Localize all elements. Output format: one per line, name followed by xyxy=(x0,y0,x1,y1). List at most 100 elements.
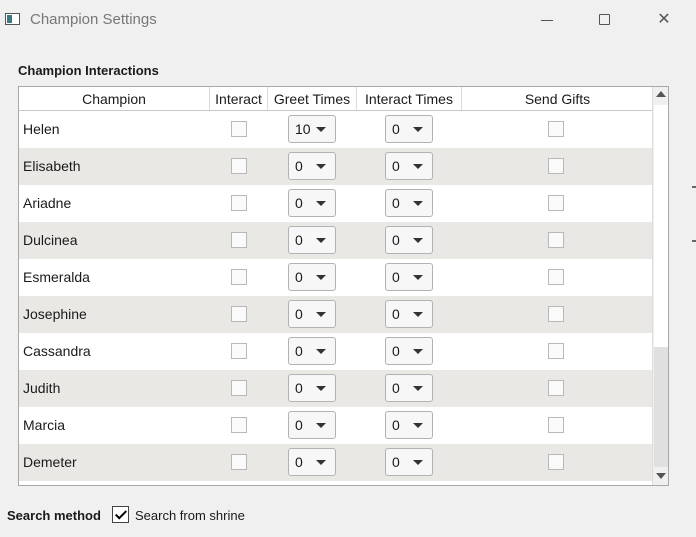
send-gifts-checkbox[interactable] xyxy=(548,454,564,470)
background-edge-mark xyxy=(692,240,696,242)
interact-checkbox[interactable] xyxy=(231,269,247,285)
champion-name: Ariadne xyxy=(23,195,72,211)
champion-name: Demeter xyxy=(23,454,77,470)
table-row[interactable]: Elisabeth 0 0 xyxy=(19,148,653,185)
interact-times-dropdown-value: 0 xyxy=(392,158,400,174)
interact-times-dropdown[interactable]: 0 xyxy=(385,226,433,254)
window-title: Champion Settings xyxy=(30,11,157,28)
maximize-button[interactable] xyxy=(591,8,619,32)
champion-name: Helen xyxy=(23,121,60,137)
table-row[interactable]: Demeter 0 0 xyxy=(19,444,653,481)
close-icon: ✕ xyxy=(657,11,671,28)
interact-checkbox[interactable] xyxy=(231,158,247,174)
scrollbar-thumb[interactable] xyxy=(654,347,668,467)
interact-times-dropdown-value: 0 xyxy=(392,380,400,396)
app-window-icon xyxy=(5,13,20,25)
table-row[interactable]: Cassandra 0 0 xyxy=(19,333,653,370)
send-gifts-checkbox[interactable] xyxy=(548,121,564,137)
greet-times-dropdown-value: 0 xyxy=(295,417,303,433)
greet-times-dropdown[interactable]: 0 xyxy=(288,374,336,402)
greet-times-dropdown-value: 0 xyxy=(295,454,303,470)
greet-times-dropdown-value: 0 xyxy=(295,380,303,396)
table-row[interactable]: Helen 10 0 xyxy=(19,111,653,148)
interact-checkbox[interactable] xyxy=(231,417,247,433)
send-gifts-checkbox[interactable] xyxy=(548,269,564,285)
interact-times-dropdown[interactable]: 0 xyxy=(385,411,433,439)
interact-times-dropdown[interactable]: 0 xyxy=(385,189,433,217)
greet-times-dropdown[interactable]: 0 xyxy=(288,226,336,254)
table-body: Helen 10 0 Elisabeth 0 0 Ariadne 0 0 Dulcinea 0 0 Es… xyxy=(19,111,653,485)
greet-times-dropdown[interactable]: 10 xyxy=(288,115,336,143)
column-header-interact[interactable]: Interact xyxy=(210,87,268,110)
interact-checkbox[interactable] xyxy=(231,454,247,470)
interact-checkbox[interactable] xyxy=(231,343,247,359)
interact-checkbox[interactable] xyxy=(231,195,247,211)
interact-times-dropdown-value: 0 xyxy=(392,232,400,248)
chevron-down-icon xyxy=(413,460,423,465)
chevron-down-icon xyxy=(316,312,326,317)
send-gifts-checkbox[interactable] xyxy=(548,232,564,248)
greet-times-dropdown-value: 0 xyxy=(295,195,303,211)
column-header-champion[interactable]: Champion xyxy=(19,87,210,110)
table-row[interactable]: Josephine 0 0 xyxy=(19,296,653,333)
checkmark-icon xyxy=(114,507,128,520)
vertical-scrollbar[interactable] xyxy=(652,87,668,485)
greet-times-dropdown-value: 0 xyxy=(295,269,303,285)
column-header-interact-times[interactable]: Interact Times xyxy=(357,87,462,110)
column-header-greet-times[interactable]: Greet Times xyxy=(268,87,357,110)
chevron-down-icon xyxy=(316,238,326,243)
table-row[interactable]: Dulcinea 0 0 xyxy=(19,222,653,259)
chevron-down-icon xyxy=(413,201,423,206)
send-gifts-checkbox[interactable] xyxy=(548,158,564,174)
greet-times-dropdown[interactable]: 0 xyxy=(288,448,336,476)
scroll-down-arrow-icon[interactable] xyxy=(656,473,666,479)
close-button[interactable]: ✕ xyxy=(650,8,678,32)
table-row[interactable]: Esmeralda 0 0 xyxy=(19,259,653,296)
champion-name: Dulcinea xyxy=(23,232,78,248)
send-gifts-checkbox[interactable] xyxy=(548,306,564,322)
interact-checkbox[interactable] xyxy=(231,306,247,322)
chevron-down-icon xyxy=(316,460,326,465)
champion-name: Josephine xyxy=(23,306,87,322)
send-gifts-checkbox[interactable] xyxy=(548,343,564,359)
interact-checkbox[interactable] xyxy=(231,232,247,248)
interact-times-dropdown-value: 0 xyxy=(392,195,400,211)
interact-times-dropdown[interactable]: 0 xyxy=(385,263,433,291)
interact-times-dropdown-value: 0 xyxy=(392,121,400,137)
interact-times-dropdown[interactable]: 0 xyxy=(385,337,433,365)
greet-times-dropdown[interactable]: 0 xyxy=(288,411,336,439)
interact-times-dropdown[interactable]: 0 xyxy=(385,300,433,328)
group-label: Champion Interactions xyxy=(18,63,159,78)
interact-checkbox[interactable] xyxy=(231,121,247,137)
column-header-send-gifts[interactable]: Send Gifts xyxy=(462,87,653,110)
greet-times-dropdown-value: 0 xyxy=(295,343,303,359)
scrollbar-track[interactable] xyxy=(654,105,668,347)
greet-times-dropdown[interactable]: 0 xyxy=(288,263,336,291)
send-gifts-checkbox[interactable] xyxy=(548,195,564,211)
table-header: Champion Interact Greet Times Interact T… xyxy=(19,87,653,111)
minimize-button[interactable] xyxy=(533,8,561,32)
chevron-down-icon xyxy=(413,238,423,243)
greet-times-dropdown-value: 0 xyxy=(295,232,303,248)
interact-times-dropdown[interactable]: 0 xyxy=(385,374,433,402)
send-gifts-checkbox[interactable] xyxy=(548,380,564,396)
interact-checkbox[interactable] xyxy=(231,380,247,396)
send-gifts-checkbox[interactable] xyxy=(548,417,564,433)
table-row[interactable]: Marcia 0 0 xyxy=(19,407,653,444)
greet-times-dropdown-value: 0 xyxy=(295,158,303,174)
table-row[interactable]: Ariadne 0 0 xyxy=(19,185,653,222)
interact-times-dropdown[interactable]: 0 xyxy=(385,448,433,476)
interact-times-dropdown-value: 0 xyxy=(392,306,400,322)
interact-times-dropdown[interactable]: 0 xyxy=(385,115,433,143)
search-from-shrine-checkbox[interactable] xyxy=(112,506,129,523)
chevron-down-icon xyxy=(316,127,326,132)
scroll-up-arrow-icon[interactable] xyxy=(656,91,666,97)
table-row[interactable]: Judith 0 0 xyxy=(19,370,653,407)
chevron-down-icon xyxy=(316,164,326,169)
greet-times-dropdown[interactable]: 0 xyxy=(288,300,336,328)
greet-times-dropdown[interactable]: 0 xyxy=(288,189,336,217)
search-from-shrine-label[interactable]: Search from shrine xyxy=(135,508,245,523)
greet-times-dropdown[interactable]: 0 xyxy=(288,337,336,365)
interact-times-dropdown[interactable]: 0 xyxy=(385,152,433,180)
greet-times-dropdown[interactable]: 0 xyxy=(288,152,336,180)
